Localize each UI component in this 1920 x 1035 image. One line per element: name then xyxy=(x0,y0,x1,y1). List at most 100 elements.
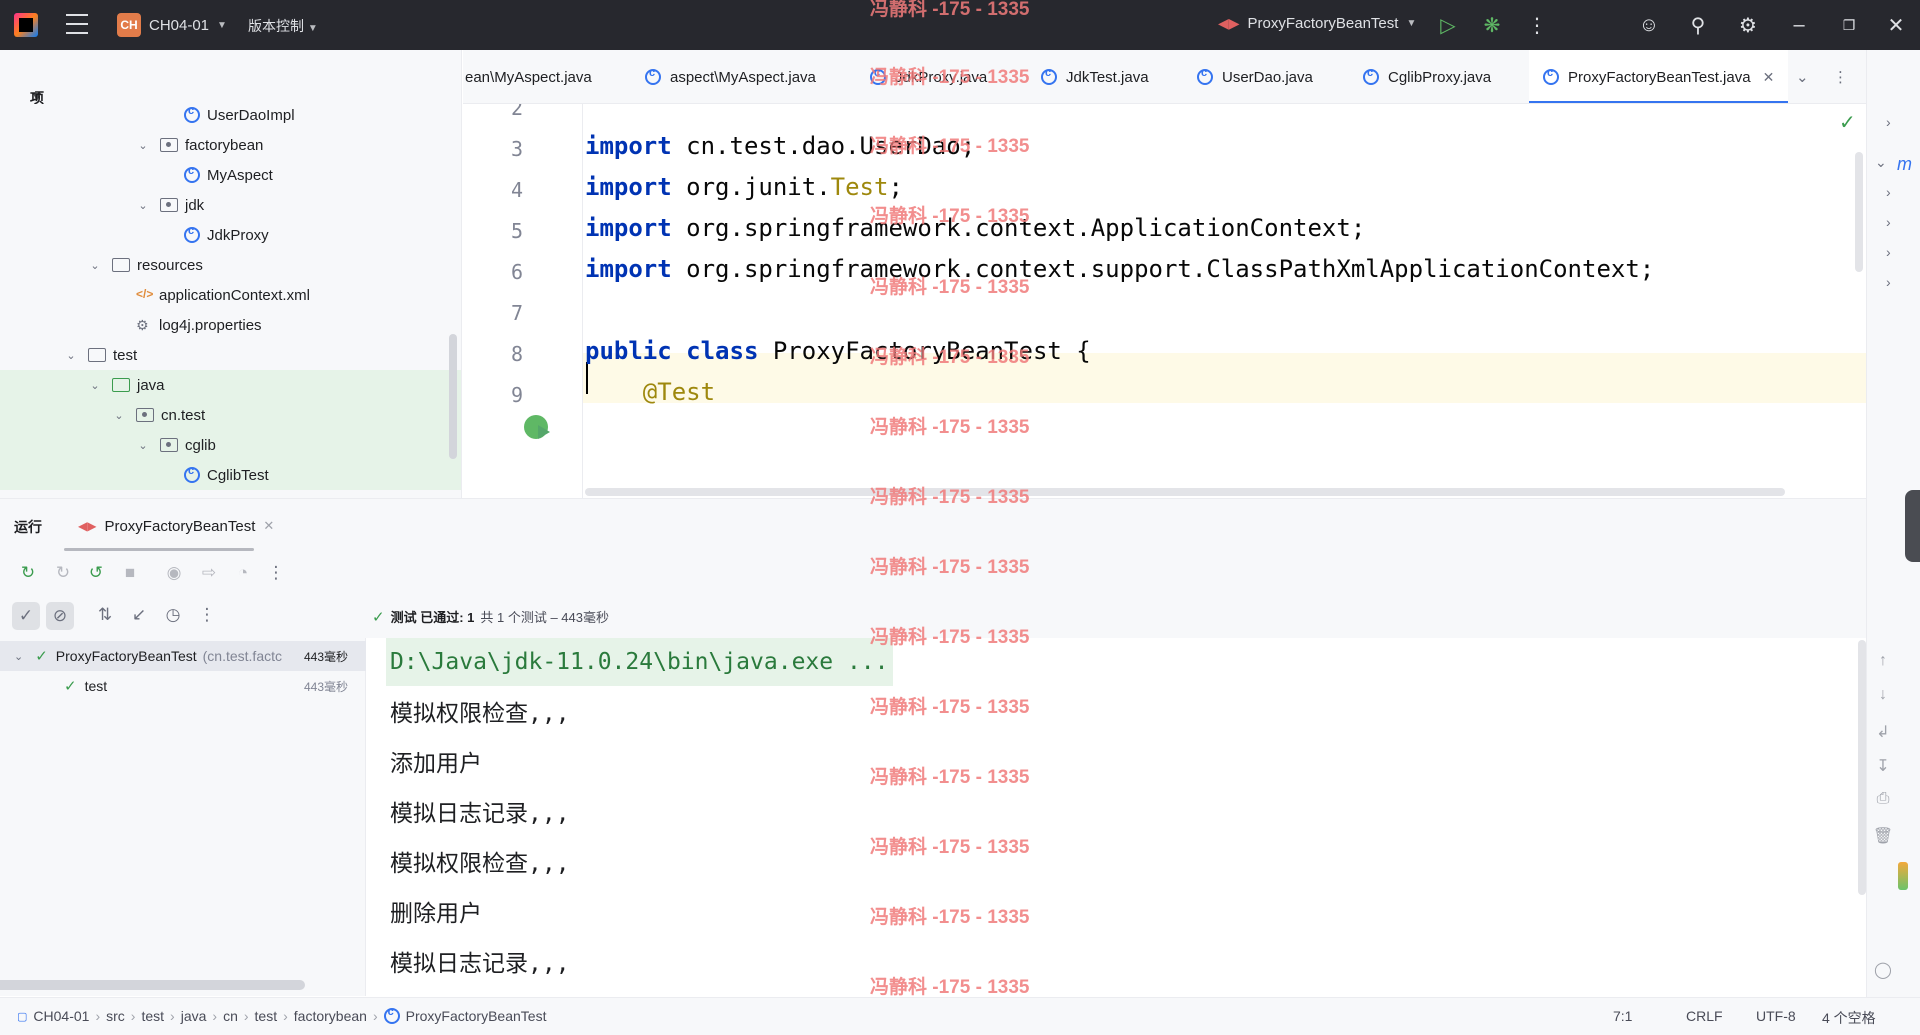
run-config-selector[interactable]: ◀▶ ProxyFactoryBeanTest ▼ xyxy=(1218,15,1416,32)
tab-jdktest[interactable]: JdkTest.java xyxy=(1041,50,1149,103)
coverage-icon[interactable]: ◔ xyxy=(232,562,254,584)
export-icon[interactable]: ⇨ xyxy=(198,562,220,584)
tree-item-applicationcontext-xml[interactable]: </> applicationContext.xml xyxy=(0,280,461,310)
breadcrumb-item[interactable]: test xyxy=(141,1008,164,1024)
tab-userdao[interactable]: UserDao.java xyxy=(1197,50,1313,103)
code-editor[interactable]: 2 3 4 5 6 7 8 9 import cn.test.dao.UserD… xyxy=(463,104,1866,498)
tree-item-jdkproxy[interactable]: JdkProxy xyxy=(0,220,461,250)
add-user-icon[interactable]: ☺ xyxy=(1636,12,1662,38)
tree-item-userdaoimpl[interactable]: UserDaoImpl xyxy=(0,104,461,130)
test-row-class[interactable]: ⌄ ✓ ProxyFactoryBeanTest (cn.test.factc … xyxy=(0,641,366,671)
show-ignored-icon[interactable]: ⊘ xyxy=(46,602,74,630)
editor-horizontal-scrollbar[interactable] xyxy=(585,488,1785,496)
rerun-failed-icon[interactable]: ↻ xyxy=(52,562,74,584)
breadcrumb-item[interactable]: cn xyxy=(223,1008,238,1024)
tree-item-myaspect[interactable]: MyAspect xyxy=(0,160,461,190)
no-problems-check-icon[interactable]: ✓ xyxy=(1839,110,1856,135)
file-encoding[interactable]: UTF-8 xyxy=(1756,1008,1796,1024)
more-icon[interactable]: ⋮ xyxy=(196,604,218,626)
chevron-down-icon[interactable]: ⌄ xyxy=(136,439,150,452)
tree-item-jdk[interactable]: ⌄ jdk xyxy=(0,190,461,220)
more-icon[interactable]: ⋮ xyxy=(265,562,287,584)
tree-item-cglib[interactable]: ⌄ cglib xyxy=(0,430,461,460)
breadcrumb-item[interactable]: ProxyFactoryBeanTest xyxy=(406,1008,547,1024)
camera-icon[interactable]: ◉ xyxy=(163,562,185,584)
chevron-down-icon[interactable]: ⌄ xyxy=(14,650,23,663)
notifications-icon[interactable]: ◯ xyxy=(1870,960,1896,980)
tab-cglibproxy[interactable]: CglibProxy.java xyxy=(1363,50,1491,103)
tree-item-test[interactable]: ⌄ test xyxy=(0,340,461,370)
history-icon[interactable]: ◷ xyxy=(162,604,184,626)
chevron-down-icon[interactable]: ⌄ xyxy=(136,139,150,152)
breadcrumb-item[interactable]: java xyxy=(181,1008,207,1024)
tab-aspect-myaspect[interactable]: aspect\MyAspect.java xyxy=(645,50,816,103)
arrow-up-icon[interactable]: ↑ xyxy=(1870,652,1896,670)
tabs-dropdown-icon[interactable]: ⌄ xyxy=(1796,50,1809,103)
chevron-down-icon[interactable]: ⌄ xyxy=(88,259,102,272)
close-icon[interactable]: ✕ xyxy=(1763,69,1775,86)
side-handle[interactable] xyxy=(1905,490,1920,562)
soft-wrap-icon[interactable]: ↲ xyxy=(1870,722,1896,742)
chevron-down-icon[interactable]: ⌄ xyxy=(88,379,102,392)
console-output[interactable]: D:\Java\jdk-11.0.24\bin\java.exe ... 模拟权… xyxy=(367,638,1866,996)
breadcrumb-item[interactable]: CH04-01 xyxy=(33,1008,89,1024)
rerun-icon[interactable]: ↻ xyxy=(17,562,39,584)
breadcrumb-item[interactable]: test xyxy=(255,1008,278,1024)
breadcrumb-item[interactable]: src xyxy=(106,1008,125,1024)
chevron-down-icon[interactable]: ⌄ xyxy=(1875,154,1887,171)
chevron-down-icon[interactable]: ⌄ xyxy=(112,409,126,422)
hamburger-icon[interactable] xyxy=(66,14,88,34)
clear-icon[interactable]: 🗑 xyxy=(1870,826,1896,846)
caret-position[interactable]: 7:1 xyxy=(1613,1008,1632,1024)
project-scrollbar[interactable] xyxy=(449,334,457,459)
chevron-down-icon[interactable]: ⌄ xyxy=(64,349,78,362)
chevron-right-icon[interactable]: › xyxy=(1886,184,1891,200)
breadcrumb-item[interactable]: factorybean xyxy=(294,1008,367,1024)
tree-item-log4j-properties[interactable]: ⚙ log4j.properties xyxy=(0,310,461,340)
close-icon[interactable]: ✕ xyxy=(1883,12,1909,38)
tree-item-resources[interactable]: ⌄ resources xyxy=(0,250,461,280)
tree-item-factorybean[interactable]: ⌄ factorybean xyxy=(0,130,461,160)
chevron-right-icon[interactable]: › xyxy=(1886,244,1891,260)
toggle-auto-test-icon[interactable]: ↺ xyxy=(85,562,107,584)
chevron-down-icon[interactable]: ⌄ xyxy=(136,199,150,212)
vcs-menu[interactable]: 版本控制 ▼ xyxy=(248,16,318,36)
minimize-icon[interactable]: – xyxy=(1786,12,1812,38)
more-icon[interactable]: ⋮ xyxy=(1833,50,1848,103)
settings-icon[interactable]: ⚙ xyxy=(1735,12,1761,38)
close-icon[interactable]: ✕ xyxy=(263,518,274,534)
xml-file-icon: </> xyxy=(136,287,154,301)
run-icon[interactable]: ▷ xyxy=(1435,12,1461,38)
run-tab-proxyfactorybeantest[interactable]: ◀▶ ProxyFactoryBeanTest ✕ xyxy=(78,511,274,541)
tree-item-cglibtest[interactable]: CglibTest xyxy=(0,460,461,490)
show-passed-icon[interactable]: ✓ xyxy=(12,602,40,630)
line-separator[interactable]: CRLF xyxy=(1686,1008,1723,1024)
test-row-method[interactable]: ✓ test 443毫秒 xyxy=(0,671,366,701)
project-panel-header[interactable]: 项目 ▼ xyxy=(0,50,462,126)
more-icon[interactable]: ⋮ xyxy=(1524,12,1550,38)
debug-icon[interactable]: ❋ xyxy=(1479,12,1505,38)
maximize-icon[interactable]: ❐ xyxy=(1836,12,1862,38)
sort-icon[interactable]: ⇅ xyxy=(94,604,116,626)
stop-icon[interactable]: ■ xyxy=(119,562,141,584)
chevron-right-icon[interactable]: › xyxy=(1886,114,1891,130)
run-test-gutter-icon[interactable] xyxy=(524,415,550,439)
scroll-to-end-icon[interactable]: ↧ xyxy=(1870,756,1896,776)
console-scrollbar[interactable] xyxy=(1858,640,1866,895)
tab-ean-myaspect[interactable]: ean\MyAspect.java xyxy=(465,50,592,103)
intellij-logo-icon[interactable] xyxy=(14,13,38,37)
search-icon[interactable]: ⚲ xyxy=(1685,12,1711,38)
maven-icon[interactable]: m xyxy=(1897,154,1912,175)
chevron-right-icon[interactable]: › xyxy=(1886,214,1891,230)
editor-vertical-scrollbar[interactable] xyxy=(1855,152,1863,272)
collapse-icon[interactable]: ↙ xyxy=(128,604,150,626)
indent-setting[interactable]: 4 个空格 xyxy=(1822,1008,1876,1028)
tab-proxyfactorybeantest[interactable]: ProxyFactoryBeanTest.java ✕ xyxy=(1529,50,1789,103)
tests-horizontal-scrollbar[interactable] xyxy=(0,980,305,990)
project-switcher[interactable]: CH CH04-01 ▼ xyxy=(117,13,227,37)
print-icon[interactable]: ⎙ xyxy=(1870,790,1896,808)
tree-item-cn-test[interactable]: ⌄ cn.test xyxy=(0,400,461,430)
chevron-right-icon[interactable]: › xyxy=(1886,274,1891,290)
tree-item-java[interactable]: ⌄ java xyxy=(0,370,461,400)
arrow-down-icon[interactable]: ↓ xyxy=(1870,686,1896,704)
